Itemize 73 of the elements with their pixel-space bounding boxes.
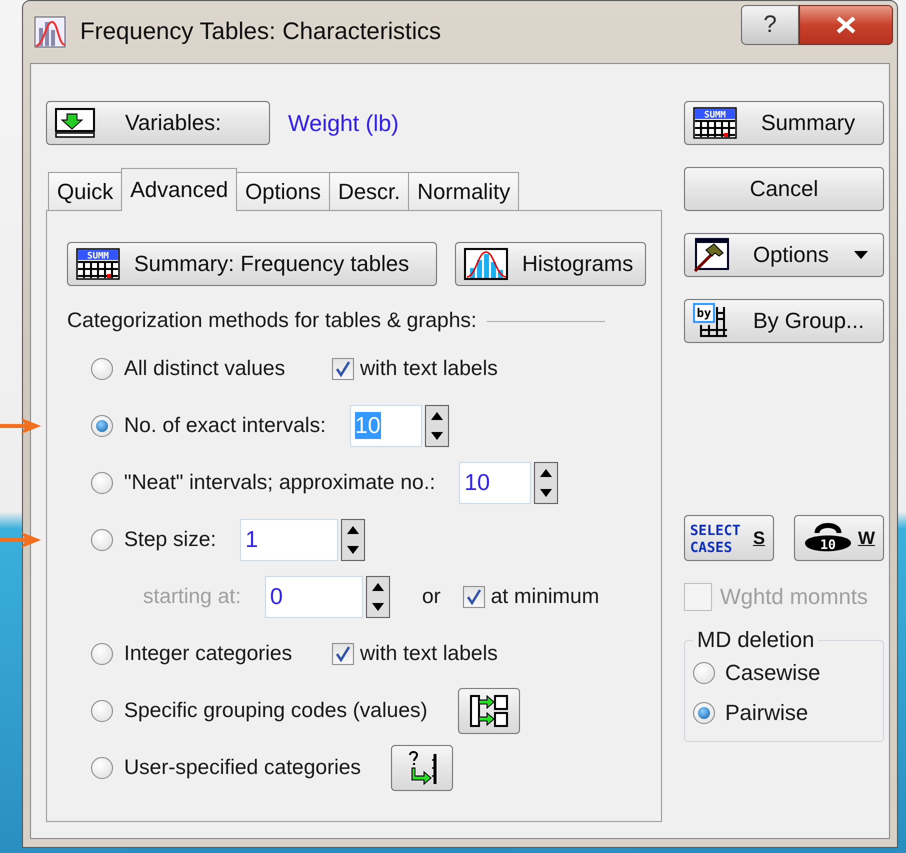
option-label: Integer categories xyxy=(124,642,294,666)
close-icon xyxy=(835,16,857,34)
down-arrow-icon xyxy=(346,544,360,554)
radio-button[interactable] xyxy=(91,700,113,722)
button[interactable]: Cancel xyxy=(684,167,884,211)
radio-button[interactable] xyxy=(91,642,113,664)
window-title: Frequency Tables: Characteristics xyxy=(80,18,442,46)
option-label: Step size: xyxy=(124,528,216,552)
checkbox-label: Wghtd momnts xyxy=(720,584,868,610)
check-icon xyxy=(335,646,351,662)
checkbox-label: with text labels xyxy=(360,356,498,380)
tab[interactable]: Advanced xyxy=(121,168,238,211)
histogram-icon xyxy=(464,248,508,280)
button[interactable]: Histograms xyxy=(455,242,646,286)
up-arrow-icon xyxy=(346,524,360,534)
checkbox-label: with text labels xyxy=(360,642,498,666)
variable-name: Weight (lb) xyxy=(288,110,399,136)
tab[interactable]: Descr. xyxy=(328,172,410,210)
field-label: starting at: xyxy=(143,584,242,608)
group-title: MD deletion xyxy=(696,627,816,653)
button[interactable]: SUMM Summary xyxy=(684,101,884,145)
radio-button[interactable] xyxy=(693,702,715,724)
option-label: User-specified categories xyxy=(124,756,361,780)
option-label: No. of exact intervals: xyxy=(124,414,326,438)
grouping-arrows-icon xyxy=(468,692,508,728)
help-button[interactable]: ? xyxy=(741,5,799,45)
weights-button[interactable]: 10 W xyxy=(794,515,884,561)
radio-button[interactable] xyxy=(91,528,113,550)
option-label: All distinct values xyxy=(124,356,286,380)
radio-button[interactable] xyxy=(91,414,113,436)
option-label: "Neat" intervals; approximate no.: xyxy=(124,470,436,494)
option-label: Specific grouping codes (values) xyxy=(124,698,428,722)
close-button[interactable] xyxy=(799,5,893,45)
radio-button[interactable] xyxy=(91,756,113,778)
button[interactable]: by By Group... xyxy=(684,299,884,343)
option-label: Pairwise xyxy=(725,700,808,726)
radio-button[interactable] xyxy=(91,358,113,380)
tab[interactable]: Normality xyxy=(408,172,520,210)
up-arrow-icon xyxy=(539,468,554,478)
down-arrow-icon xyxy=(371,602,385,612)
hammer-icon xyxy=(693,238,729,272)
number-field[interactable]: 10 xyxy=(459,462,532,504)
option-label: Casewise xyxy=(725,660,820,686)
tab[interactable]: Quick xyxy=(48,172,122,210)
checkbox[interactable] xyxy=(332,358,354,380)
button[interactable] xyxy=(458,688,520,734)
spin-buttons[interactable] xyxy=(366,576,390,618)
spin-buttons[interactable] xyxy=(341,518,366,560)
tab[interactable]: Options xyxy=(236,172,330,210)
button[interactable]: Variables: xyxy=(46,101,270,145)
spin-buttons[interactable] xyxy=(534,462,558,504)
checkbox-label: at minimum xyxy=(490,584,600,608)
button[interactable] xyxy=(390,744,453,790)
select-cases-icon: SELECT CASES xyxy=(689,520,751,556)
up-arrow-icon xyxy=(371,582,385,592)
down-arrow-icon xyxy=(430,430,444,440)
connector-text: or xyxy=(422,584,441,608)
button[interactable]: SUMM Summary: Frequency tables xyxy=(67,242,437,286)
chart-icon xyxy=(34,16,66,48)
monitor-icon xyxy=(55,108,95,138)
check-icon xyxy=(466,588,482,604)
spreadsheet-icon: SUMM xyxy=(693,107,737,139)
radio-button[interactable] xyxy=(91,472,113,494)
checkbox[interactable] xyxy=(332,642,354,664)
number-field[interactable]: 1 xyxy=(240,518,338,560)
spin-buttons[interactable] xyxy=(424,404,449,446)
button[interactable]: Options xyxy=(684,233,884,277)
up-arrow-icon xyxy=(430,410,444,420)
group-heading: Categorization methods for tables & graphs: xyxy=(67,309,477,333)
check-icon xyxy=(335,360,351,376)
radio-button[interactable] xyxy=(693,662,715,684)
down-arrow-icon xyxy=(539,488,554,498)
spreadsheet-icon: SUMM xyxy=(76,248,120,280)
